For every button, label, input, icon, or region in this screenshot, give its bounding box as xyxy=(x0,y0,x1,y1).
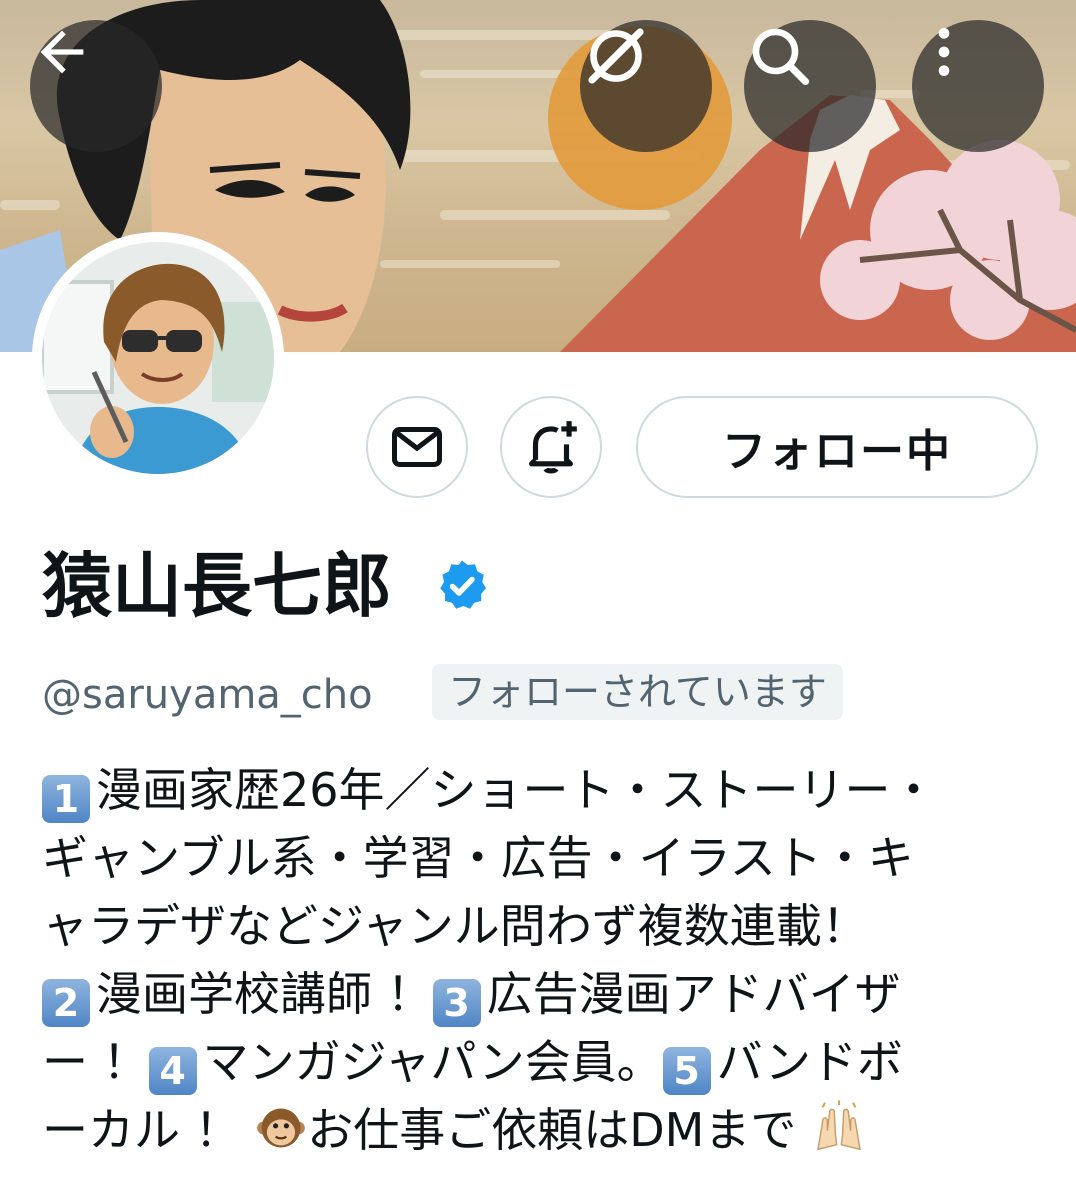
bio-line: ャラデザなどジャンル問わず複数連載！ xyxy=(42,892,1042,960)
keycap-3-icon: 3 xyxy=(432,979,481,1027)
search-icon xyxy=(752,28,810,86)
display-name: 猿山長七郎 xyxy=(42,545,392,627)
keycap-5-icon: 5 xyxy=(662,1047,711,1095)
follows-you-badge: フォローされています xyxy=(432,664,843,720)
avatar-illustration xyxy=(42,242,274,474)
notifications-button[interactable] xyxy=(500,396,602,498)
arrow-left-icon xyxy=(40,30,84,74)
profile-avatar[interactable] xyxy=(32,232,284,484)
user-handle: @saruyama_cho xyxy=(42,672,373,718)
bio-line: 2 漫画学校講師 ！ 3 広告漫画アドバイザ xyxy=(42,960,1042,1028)
mail-icon xyxy=(392,427,442,467)
following-button[interactable]: フォロー中 xyxy=(636,396,1038,498)
keycap-2-icon: 2 xyxy=(42,979,90,1027)
bio-text: 漫画学校講師 ！ xyxy=(96,967,433,1021)
bio-text: ーカル ！ xyxy=(42,1103,241,1157)
bio-line: ー ！ 4 マンガジャパン会員。 5 バンドボ xyxy=(42,1028,1042,1096)
message-button[interactable] xyxy=(366,396,468,498)
bio-line: 1 漫画家歴26年／ショート・ストーリー・ xyxy=(42,756,1042,824)
grok-icon xyxy=(588,28,644,84)
bio-text: お仕事ご依頼はDMまで xyxy=(307,1103,797,1157)
more-vertical-icon xyxy=(938,28,950,76)
bio-text: ギャンブル系・学習・広告・イラスト・キ xyxy=(42,831,914,885)
monkey-face-icon xyxy=(257,1108,306,1148)
bio-text: ャラデザなどジャンル問わず複数連載！ xyxy=(42,899,868,953)
more-button[interactable] xyxy=(912,20,1044,152)
bio-line: ギャンブル系・学習・広告・イラスト・キ xyxy=(42,824,1042,892)
bio-text: ー ！ xyxy=(42,1035,149,1089)
profile-bio: 1 漫画家歴26年／ショート・ストーリー・ ギャンブル系・学習・広告・イラスト・キ… xyxy=(42,756,1042,1164)
back-button[interactable] xyxy=(30,20,162,152)
bell-plus-icon xyxy=(529,421,577,474)
bio-text: 広告漫画アドバイザ xyxy=(486,967,901,1021)
keycap-4-icon: 4 xyxy=(148,1047,197,1095)
verified-badge-icon[interactable] xyxy=(432,556,492,616)
raising-hands-icon xyxy=(817,1100,861,1151)
bio-line: ーカル ！ お仕事ご依頼はDMまで xyxy=(42,1096,1042,1164)
bio-text: バンドボ xyxy=(716,1035,903,1089)
keycap-1-icon: 1 xyxy=(42,775,90,823)
bio-text: 漫画家歴26年／ショート・ストーリー・ xyxy=(96,763,937,817)
bio-text: マンガジャパン会員。 xyxy=(202,1035,663,1089)
grok-button[interactable] xyxy=(580,20,712,152)
search-button[interactable] xyxy=(744,20,876,152)
